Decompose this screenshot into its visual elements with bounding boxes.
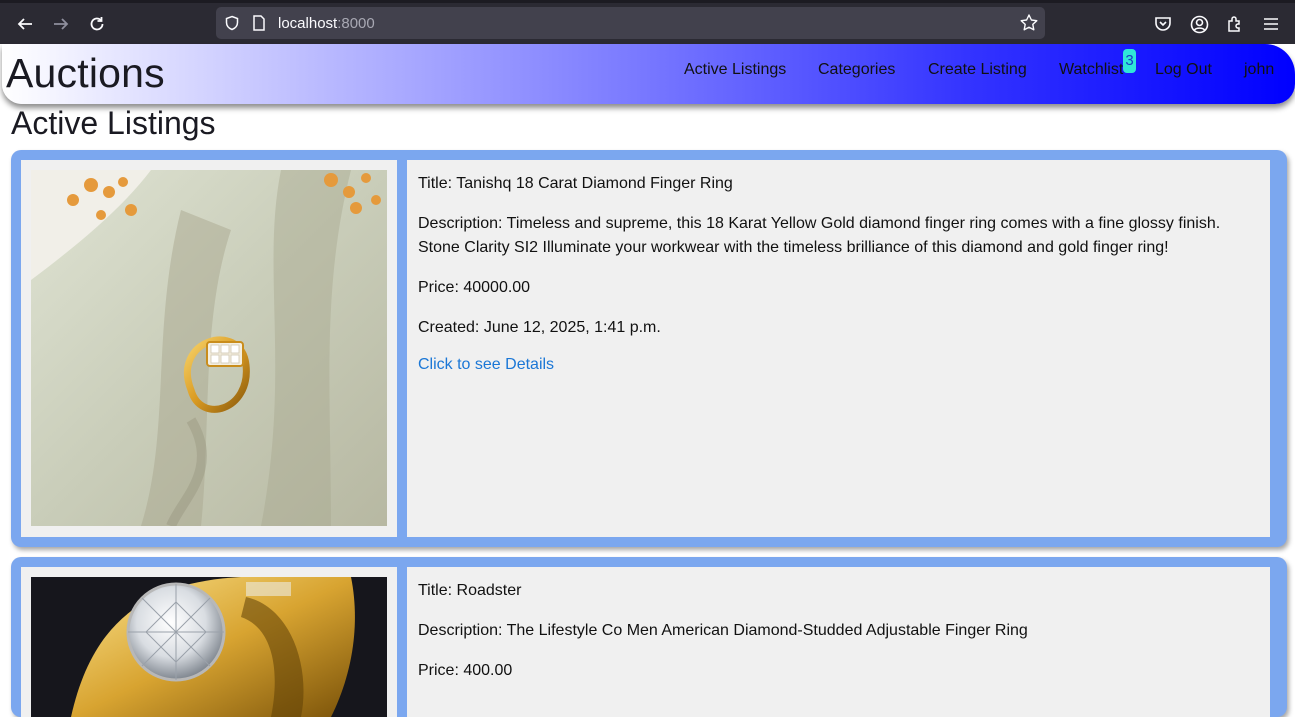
reload-icon — [90, 17, 104, 31]
nav-user[interactable]: john — [1244, 61, 1274, 79]
listing-created: Created: June 12, 2025, 1:41 p.m. — [418, 319, 661, 336]
pocket-icon[interactable] — [1152, 13, 1174, 35]
site-header: Auctions Active Listings Categories Crea… — [2, 44, 1295, 104]
menu-icon[interactable] — [1260, 13, 1282, 35]
page-title: Active Listings — [11, 105, 216, 141]
listing-image-cell — [21, 160, 397, 537]
listing-title: Title: Roadster — [418, 582, 522, 599]
site-nav: Active Listings Categories Create Listin… — [2, 61, 1295, 85]
listing-card: Title: Roadster Description: The Lifesty… — [11, 557, 1287, 717]
forward-button[interactable] — [49, 12, 73, 36]
url-text: localhost:8000 — [278, 15, 375, 32]
url-port: :8000 — [337, 15, 375, 32]
arrow-right-icon — [54, 18, 69, 30]
nav-watchlist[interactable]: Watchlist — [1059, 61, 1123, 79]
address-bar[interactable]: localhost:8000 — [216, 7, 1045, 39]
url-host: localhost — [278, 15, 338, 32]
extensions-icon[interactable] — [1224, 13, 1246, 35]
account-icon[interactable] — [1188, 13, 1210, 35]
nav-categories[interactable]: Categories — [818, 61, 895, 79]
listing-price: Price: 40000.00 — [418, 279, 531, 296]
listing-description: Description: Timeless and supreme, this … — [418, 215, 1221, 256]
arrow-left-icon — [17, 18, 32, 30]
listing-info-cell: Title: Roadster Description: The Lifesty… — [407, 567, 1270, 717]
listing-card: Title: Tanishq 18 Carat Diamond Finger R… — [11, 150, 1287, 547]
bookmark-star-icon[interactable] — [1019, 13, 1039, 38]
listing-description: Description: The Lifestyle Co Men Americ… — [418, 622, 1028, 639]
listing-details-link[interactable]: Click to see Details — [418, 356, 554, 373]
nav-active-listings[interactable]: Active Listings — [684, 61, 786, 79]
listing-info-cell: Title: Tanishq 18 Carat Diamond Finger R… — [407, 160, 1270, 537]
ring-image — [31, 170, 387, 526]
reload-button[interactable] — [85, 12, 109, 36]
nav-create-listing[interactable]: Create Listing — [928, 61, 1027, 79]
ring-image — [31, 577, 387, 717]
listing-title: Title: Tanishq 18 Carat Diamond Finger R… — [418, 175, 733, 192]
nav-logout[interactable]: Log Out — [1155, 61, 1212, 79]
back-button[interactable] — [13, 12, 37, 36]
listing-image-cell — [21, 567, 397, 717]
shield-icon[interactable] — [224, 15, 240, 36]
listing-price: Price: 400.00 — [418, 662, 513, 679]
page-icon — [252, 15, 266, 36]
browser-toolbar: localhost:8000 — [0, 0, 1295, 44]
watchlist-count-badge: 3 — [1123, 49, 1136, 73]
